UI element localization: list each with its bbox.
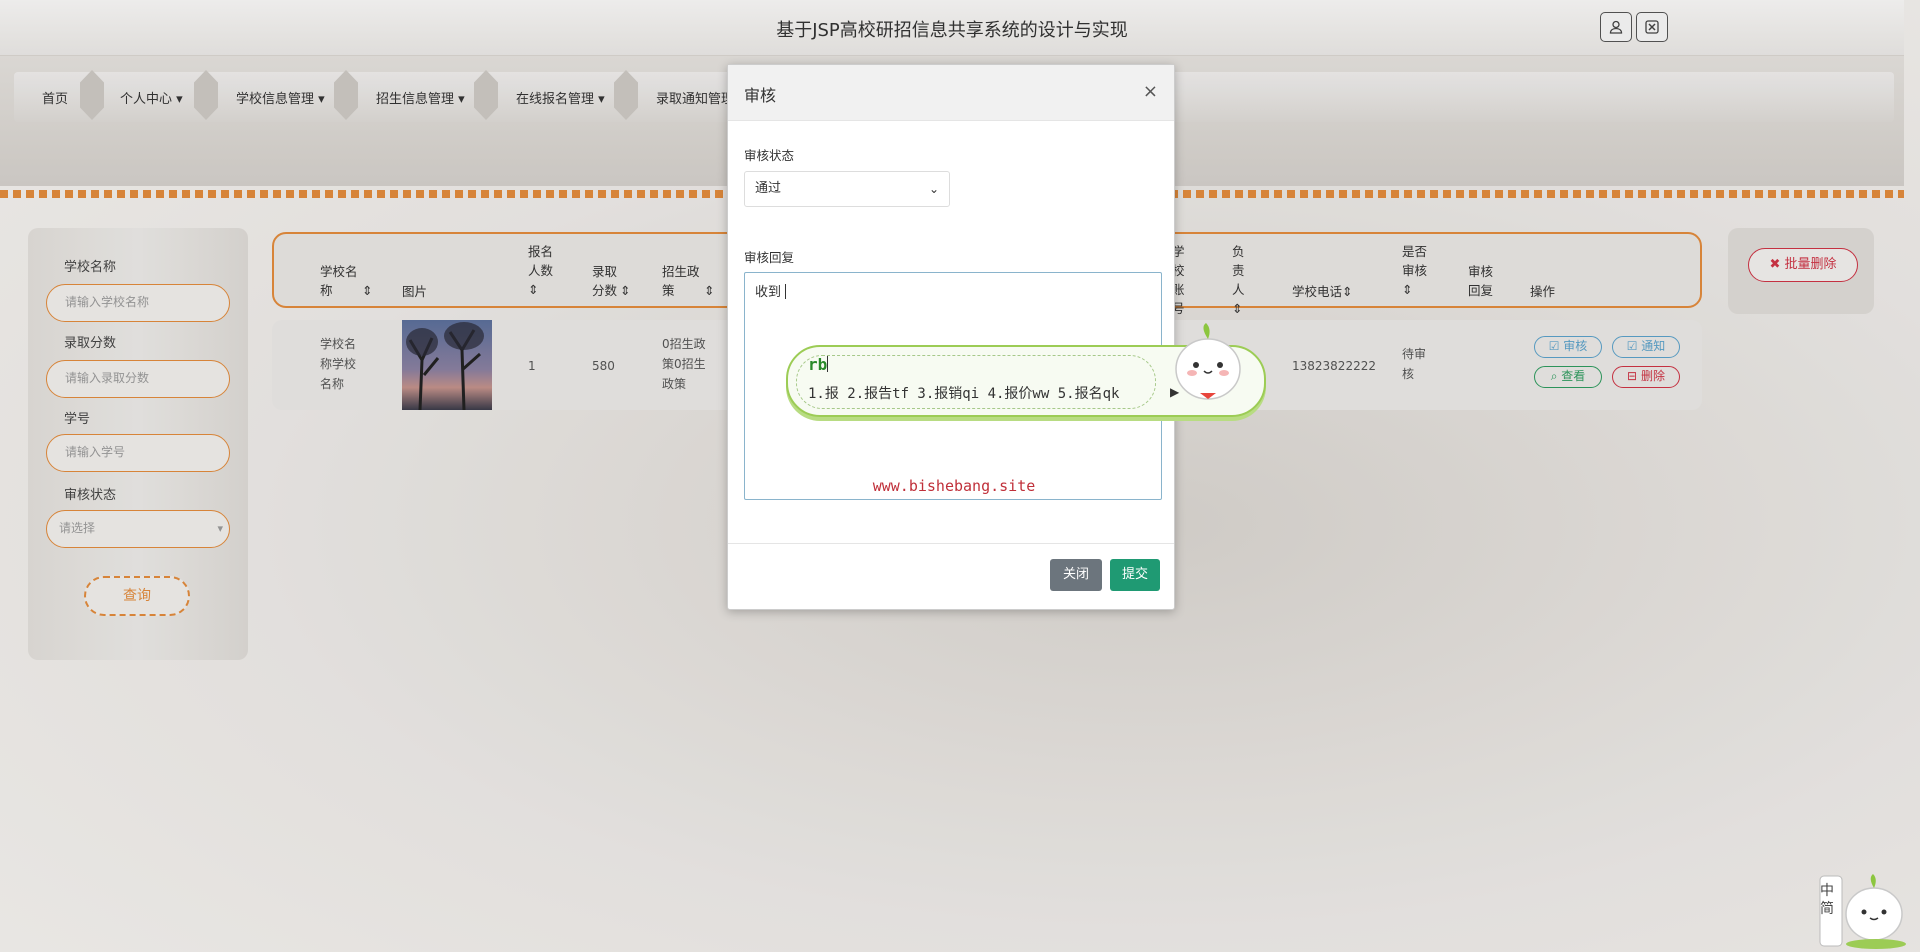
close-icon[interactable]: × (1143, 81, 1158, 102)
status-value: 通过 (755, 181, 782, 196)
mascot-icon (1175, 323, 1241, 400)
status-label: 审核状态 (744, 148, 795, 163)
modal-title: 审核 (744, 86, 777, 105)
submit-button[interactable]: 提交 (1110, 559, 1160, 591)
ime-candidate-window: rb 1.报 2.报告tf 3.报销qi 4.报价ww 5.报名qk ▶ (786, 323, 1266, 417)
close-button[interactable]: 关闭 (1050, 559, 1102, 591)
reply-text: 收到 (755, 281, 787, 300)
modal-header: 审核 × (728, 65, 1174, 121)
reply-label: 审核回复 (744, 250, 795, 265)
review-modal: 审核 × 审核状态 通过 ⌄ 审核回复 收到 www.bishebang.sit… (727, 64, 1175, 610)
status-select[interactable]: 通过 ⌄ (744, 171, 950, 207)
ime-mode-label[interactable]: 中简 (1820, 882, 1838, 918)
ime-candidates[interactable]: 1.报 2.报告tf 3.报销qi 4.报价ww 5.报名qk (808, 383, 1119, 403)
modal-divider (728, 543, 1174, 544)
ime-composition: rb (808, 355, 829, 374)
chevron-down-icon: ⌄ (928, 182, 939, 196)
watermark-text: www.bishebang.site (872, 477, 1036, 495)
